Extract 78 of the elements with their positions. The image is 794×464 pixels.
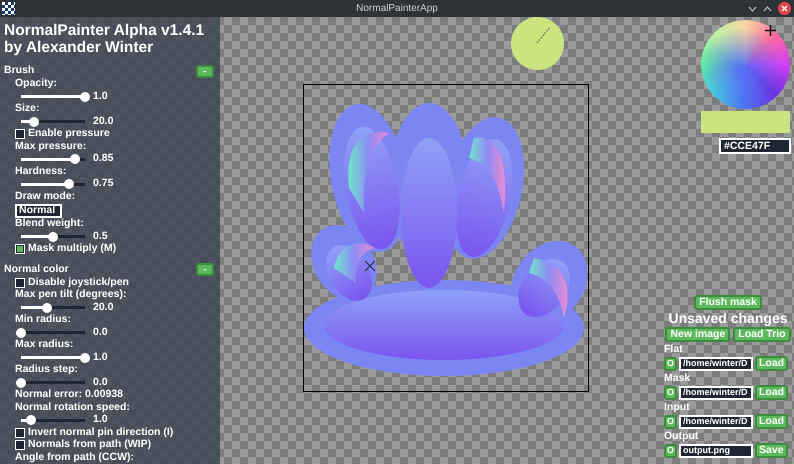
field-label: Opacity: xyxy=(15,76,58,92)
slider-value: 1.0 xyxy=(93,88,108,104)
field-label: Max radius: xyxy=(15,337,74,352)
slider-thumb[interactable] xyxy=(80,352,90,363)
slider-value: 1.0 xyxy=(93,350,108,365)
slider-thumb[interactable] xyxy=(64,179,74,190)
checkbox[interactable] xyxy=(15,428,25,438)
field-label: Radius step: xyxy=(15,362,78,378)
toggle-button[interactable]: O xyxy=(664,444,677,458)
field-label: Max pen tilt (degrees): xyxy=(15,288,126,302)
toolbar-button[interactable]: Load Trio xyxy=(733,327,791,342)
toggle-button[interactable]: O xyxy=(664,356,677,370)
checkbox-label: Enable pressure xyxy=(28,126,110,142)
slider-value: 0.0 xyxy=(93,374,108,390)
file-label: Input xyxy=(664,402,691,413)
toggle-button[interactable]: O xyxy=(664,386,677,400)
checkbox[interactable] xyxy=(15,440,25,450)
slider-thumb[interactable] xyxy=(80,92,90,102)
checkbox-label: Mask multiply (M) xyxy=(28,241,116,256)
toggle-button[interactable]: O xyxy=(664,414,677,428)
app-title: NormalPainter Alpha v1.4.1 by Alexander Winter xyxy=(3,22,206,56)
field-label: Blend weight: xyxy=(15,216,84,232)
section-header: Brush xyxy=(4,63,34,78)
slider-thumb[interactable] xyxy=(48,232,58,242)
collapse-button[interactable]: - xyxy=(196,263,214,276)
field-label: Size: xyxy=(15,101,40,116)
slider-value: 0.75 xyxy=(93,176,114,192)
hex-color-field[interactable]: #CCE47F xyxy=(719,138,791,154)
crosshair-icon xyxy=(764,25,776,36)
slider-thumb[interactable] xyxy=(16,378,26,388)
brush-cursor-icon xyxy=(511,17,564,70)
slider-thumb[interactable] xyxy=(28,116,39,127)
file-button[interactable]: Save xyxy=(755,443,788,458)
field-label: Min radius: xyxy=(15,312,72,328)
file-label: Flat xyxy=(664,344,684,355)
draw-mode-field[interactable]: Normal xyxy=(15,204,62,218)
color-wheel[interactable] xyxy=(700,20,790,109)
field-label: Hardness: xyxy=(15,164,66,179)
slider-thumb[interactable] xyxy=(16,328,26,338)
slider-value: 1.0 xyxy=(93,412,108,427)
file-label: Mask xyxy=(664,373,692,384)
minimize-icon[interactable] xyxy=(748,6,757,12)
file-button[interactable]: Load xyxy=(755,414,788,429)
path-field[interactable]: /home/winter/D xyxy=(679,356,753,370)
unsaved-status: Unsaved changes xyxy=(668,310,788,327)
field-label: Normal error: 0.00938 xyxy=(15,387,123,402)
slider-value: 0.0 xyxy=(93,324,108,340)
close-icon[interactable] xyxy=(778,2,791,15)
collapse-button[interactable]: - xyxy=(196,64,214,78)
field-label: Angle from path (CCW): xyxy=(15,450,134,464)
slider-value: 0.5 xyxy=(93,228,108,243)
slider-value: 20.0 xyxy=(93,114,114,129)
file-label: Output xyxy=(664,431,700,442)
checkbox-label: Normals from path (WIP) xyxy=(28,438,152,452)
toolbar-button[interactable]: New image xyxy=(665,327,730,342)
slider-thumb[interactable] xyxy=(70,154,80,164)
section-header: Normal color xyxy=(4,262,69,277)
file-button[interactable]: Load xyxy=(755,356,788,371)
slider-thumb[interactable] xyxy=(42,302,52,313)
field-label: Draw mode: xyxy=(15,188,76,204)
slider-thumb[interactable] xyxy=(26,415,36,426)
path-field[interactable]: output.png xyxy=(679,444,753,458)
file-button[interactable]: Load xyxy=(755,385,788,400)
checkbox[interactable] xyxy=(15,278,25,288)
checkbox-label: Invert normal pin direction (I) xyxy=(28,424,174,439)
maximize-icon[interactable] xyxy=(763,6,772,12)
flush-mask-button[interactable]: Flush mask xyxy=(694,295,762,310)
path-field[interactable]: /home/winter/D xyxy=(679,414,753,428)
app-icon xyxy=(2,2,15,15)
field-label: Normal rotation speed: xyxy=(15,400,130,414)
window-title: NormalPainterApp xyxy=(356,2,438,16)
path-field[interactable]: /home/winter/D xyxy=(679,386,753,400)
checkbox[interactable] xyxy=(15,244,25,254)
slider-value: 20.0 xyxy=(93,300,114,315)
checkbox-label: Disable joystick/pen xyxy=(28,274,129,289)
slider-value: 0.85 xyxy=(93,151,114,166)
field-label: Max pressure: xyxy=(15,138,86,154)
checkbox[interactable] xyxy=(15,129,25,140)
